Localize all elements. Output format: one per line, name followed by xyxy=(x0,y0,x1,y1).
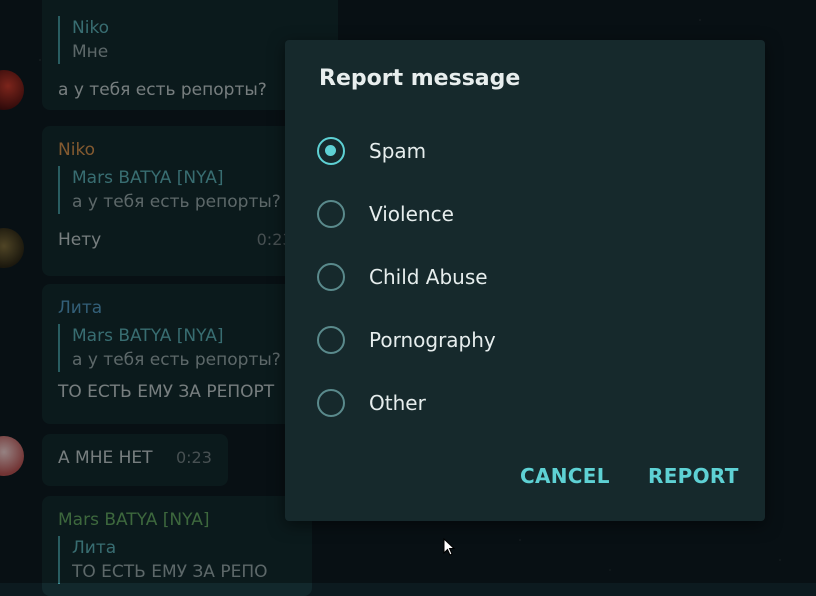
cancel-button[interactable]: CANCEL xyxy=(520,464,610,488)
option-label: Spam xyxy=(369,139,427,163)
option-pornography[interactable]: Pornography xyxy=(317,322,496,358)
option-label: Pornography xyxy=(369,328,496,352)
radio-unchecked-icon[interactable] xyxy=(317,200,345,228)
radio-unchecked-icon[interactable] xyxy=(317,263,345,291)
option-label: Child Abuse xyxy=(369,265,488,289)
dialog-title: Report message xyxy=(319,66,521,91)
option-violence[interactable]: Violence xyxy=(317,196,454,232)
option-other[interactable]: Other xyxy=(317,385,426,421)
radio-checked-icon[interactable] xyxy=(317,137,345,165)
option-spam[interactable]: Spam xyxy=(317,133,426,169)
report-button[interactable]: REPORT xyxy=(648,464,739,488)
radio-unchecked-icon[interactable] xyxy=(317,326,345,354)
radio-unchecked-icon[interactable] xyxy=(317,389,345,417)
mouse-cursor-icon xyxy=(443,538,455,556)
option-label: Violence xyxy=(369,202,454,226)
option-label: Other xyxy=(369,391,426,415)
report-dialog: Report message Spam Violence Child Abuse… xyxy=(285,40,765,521)
option-child-abuse[interactable]: Child Abuse xyxy=(317,259,488,295)
